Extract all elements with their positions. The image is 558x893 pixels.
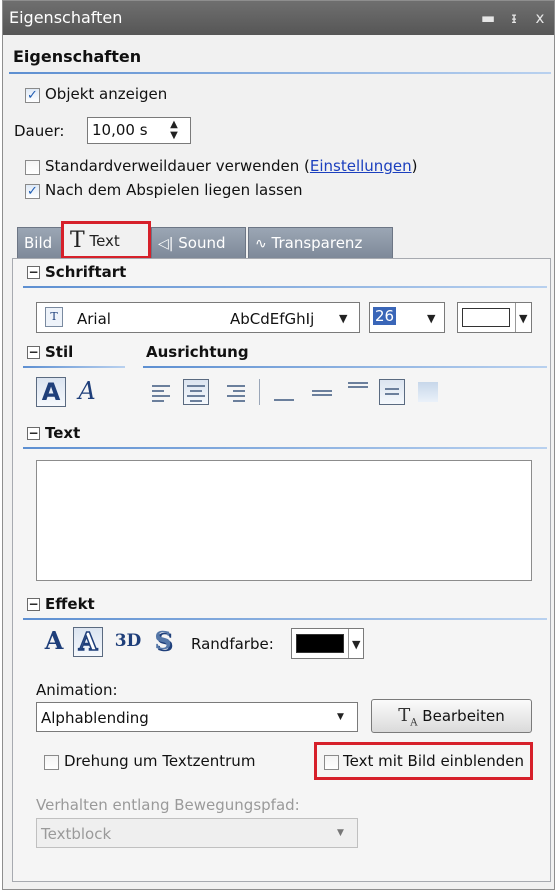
align-right-icon[interactable] [224,379,250,405]
path-behavior-value: Textblock [41,825,112,843]
collapse-icon[interactable]: − [27,598,40,611]
font-preview: AbCdEfGhIj [230,310,315,328]
chevron-down-icon: ▼ [427,312,436,325]
valign-top-icon[interactable] [345,379,371,405]
panel-titlebar[interactable]: Eigenschaften ▬ ᵻ x [3,1,554,35]
font-name: Arial [77,310,111,328]
tab-bild[interactable]: Bild [17,227,63,259]
text-group-divider [23,447,547,449]
default-duration-label: Standardverweildauer verwenden (Einstell… [45,157,418,175]
effect-group-divider [23,618,547,620]
minimize-icon[interactable]: ▬ [478,8,498,28]
animation-value: Alphablending [41,709,149,727]
align-left-icon[interactable] [149,379,175,405]
border-color-picker[interactable]: ▼ [291,628,364,659]
style-group-header[interactable]: − Stil [27,343,73,361]
show-object-label: Objekt anzeigen [45,85,168,103]
close-icon[interactable]: x [530,8,550,28]
border-color-swatch [296,634,344,653]
font-color-picker[interactable]: ▼ [457,302,532,333]
duration-stepper-up[interactable]: ▲ [165,119,183,130]
path-behavior-select[interactable]: Textblock ▼ [36,818,358,848]
stretch-text-icon[interactable] [415,379,441,405]
properties-panel: Eigenschaften ▬ ᵻ x Eigenschaften ✓ Obje… [2,0,555,890]
chevron-down-icon: ▼ [519,312,528,325]
effect-outline-button[interactable]: A [73,627,103,657]
collapse-icon[interactable]: − [27,266,40,279]
effect-shadow-button[interactable]: S [148,627,178,657]
collapse-icon[interactable]: − [27,427,40,440]
effect-group-header[interactable]: − Effekt [27,595,95,613]
font-size-select[interactable]: 26 ▼ [369,302,445,333]
align-center-icon[interactable] [183,379,209,405]
panel-title: Eigenschaften [9,8,123,27]
keep-after-play-checkbox[interactable]: ✓ [25,184,40,199]
align-group-header: Ausrichtung [146,343,249,361]
chevron-down-icon: ▼ [337,712,344,722]
pin-icon[interactable]: ᵻ [504,8,524,28]
chevron-down-icon: ▼ [339,312,348,325]
tab-transparenz[interactable]: ∿ Transparenz [248,227,393,259]
tab-sound[interactable]: ◁| Sound [151,227,246,259]
show-object-checkbox[interactable]: ✓ [25,88,40,103]
font-color-swatch [462,308,510,327]
effect-3d-button[interactable]: 3D [109,627,147,657]
duration-label: Dauer: [14,122,65,140]
font-group-header[interactable]: − Schriftart [27,263,126,281]
align-group-divider [143,366,547,368]
collapse-icon[interactable]: − [27,346,40,359]
text-tab-icon: T [70,228,85,253]
truetype-font-icon: T [45,307,63,327]
effect-plain-button[interactable]: A [39,627,69,657]
rotate-text-label: Drehung um Textzentrum [64,752,256,770]
text-effect-icon: TA [398,705,418,729]
tab-text[interactable]: T Text [61,221,151,259]
font-size-value: 26 [373,307,397,325]
section-title: Eigenschaften [13,47,142,66]
fit-text-icon[interactable] [379,379,405,405]
text-input[interactable] [36,460,532,581]
valign-bottom-icon[interactable] [271,379,297,405]
transparency-icon: ∿ [255,236,267,252]
valign-middle-icon[interactable] [309,379,335,405]
settings-link[interactable]: Einstellungen [310,157,412,175]
default-duration-checkbox[interactable] [25,160,40,175]
font-group-divider [23,286,547,288]
animation-select[interactable]: Alphablending ▼ [36,702,358,732]
section-divider [9,72,551,74]
duration-stepper-down[interactable]: ▼ [165,130,183,141]
text-group-header[interactable]: − Text [27,424,80,442]
edit-animation-button[interactable]: TA Bearbeiten [371,699,532,733]
bold-button[interactable]: A [36,377,66,407]
border-color-label: Randfarbe: [191,635,274,653]
rotate-text-checkbox[interactable] [44,755,59,770]
font-family-select[interactable]: T Arial AbCdEfGhIj ▼ [36,302,360,333]
style-group-divider [23,366,125,368]
italic-button[interactable]: A [72,377,102,407]
show-with-image-checkbox[interactable] [324,755,339,770]
path-behavior-label: Verhalten entlang Bewegungspfad: [36,796,300,814]
show-with-image-label: Text mit Bild einblenden [343,752,525,770]
chevron-down-icon: ▼ [337,828,344,838]
chevron-down-icon: ▼ [352,638,361,651]
animation-label: Animation: [36,681,118,699]
toolbar-separator [259,379,260,405]
speaker-icon: ◁| [158,236,174,252]
keep-after-play-label: Nach dem Abspielen liegen lassen [45,181,303,199]
